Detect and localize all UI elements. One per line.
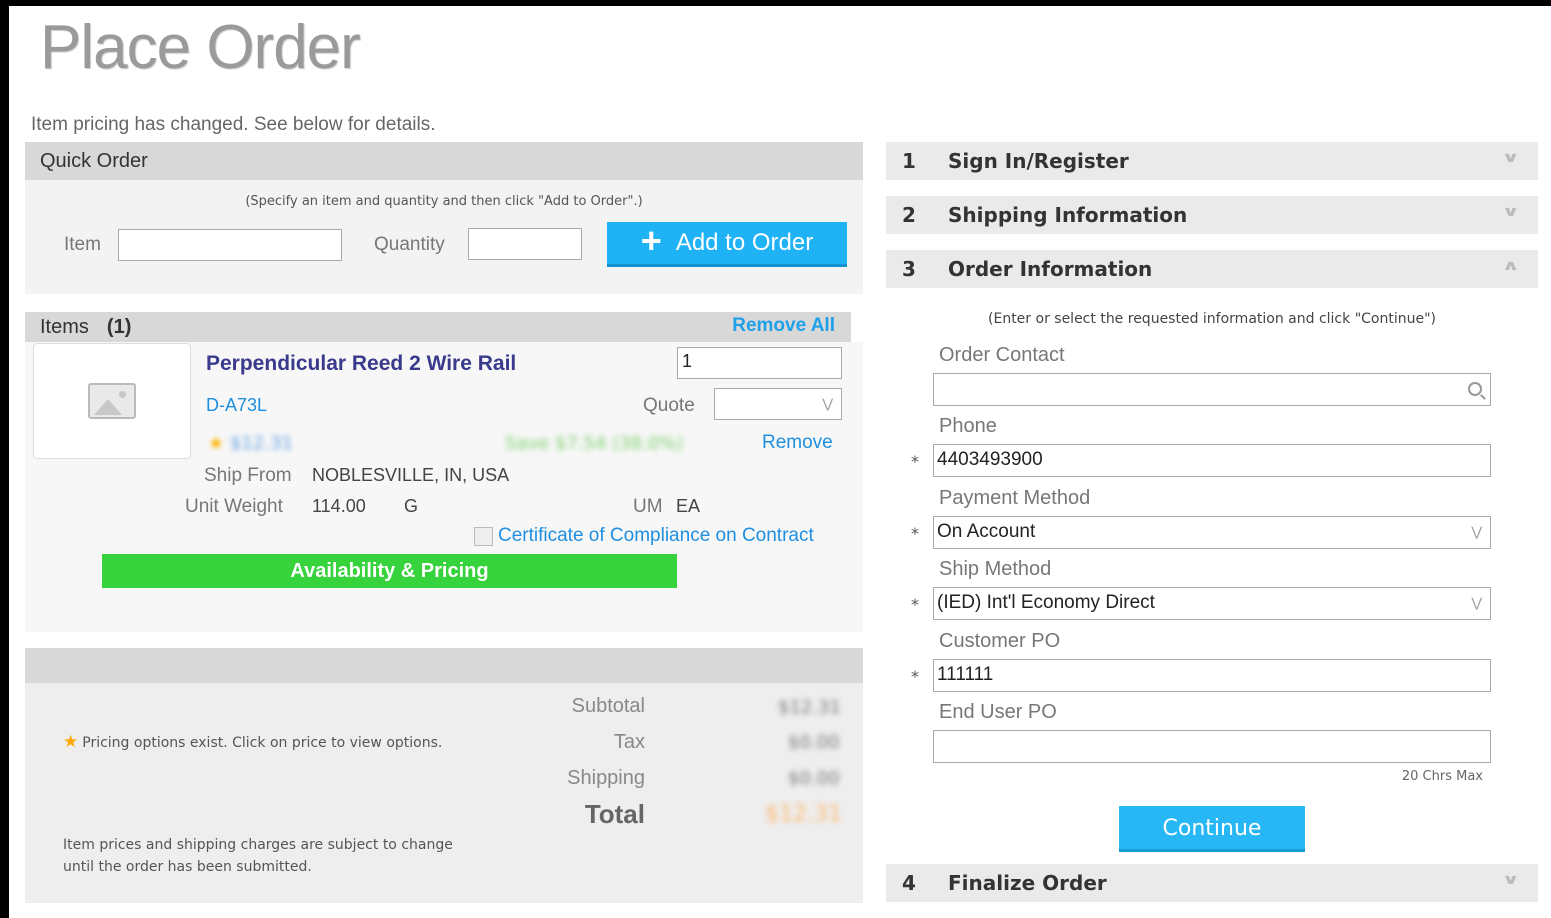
customer-po-label: Customer PO (939, 630, 1061, 652)
um-label: UM (633, 496, 663, 517)
ship-from-value: NOBLESVILLE, IN, USA (312, 465, 510, 485)
step-label: Order Information (948, 257, 1153, 281)
total-value: $12.31 (765, 802, 842, 827)
quick-order-hint: (Specify an item and quantity and then c… (245, 194, 643, 209)
ship-from-label: Ship From (204, 465, 292, 486)
availability-pricing-button[interactable]: Availability & Pricing (102, 554, 677, 588)
unit-weight-value: 114.00 (312, 496, 366, 516)
step-sign-in-register[interactable]: 1 Sign In/Register ∨ (886, 142, 1538, 180)
pricing-options-text: Pricing options exist. Click on price to… (82, 735, 443, 751)
order-info-hint: (Enter or select the requested informati… (988, 311, 1436, 327)
ship-method-label: Ship Method (939, 558, 1052, 580)
quantity-label: Quantity (374, 234, 445, 255)
step-shipping-information[interactable]: 2 Shipping Information ∨ (886, 196, 1538, 234)
um-value: EA (676, 496, 701, 516)
price-disclaimer: Item prices and shipping charges are sub… (63, 837, 453, 875)
continue-button[interactable]: Continue (1119, 806, 1305, 852)
step-label: Sign In/Register (948, 149, 1129, 173)
total-label: Total (584, 799, 645, 829)
max-chars-note: 20 Chrs Max (1401, 769, 1483, 784)
quick-order-title: Quick Order (40, 149, 148, 172)
item-quantity-input[interactable]: 1 (677, 347, 842, 379)
order-contact-input[interactable] (933, 373, 1491, 406)
required-marker: * (911, 524, 919, 543)
step-number: 3 (902, 257, 916, 281)
pricing-changed-message: Item pricing has changed. See below for … (31, 114, 436, 135)
product-name-link[interactable]: Perpendicular Reed 2 Wire Rail (206, 352, 516, 376)
item-label: Item (64, 234, 101, 255)
step-order-information[interactable]: 3 Order Information ∧ (886, 250, 1538, 288)
image-placeholder-icon (88, 383, 136, 419)
pricing-star-icon[interactable]: ★ (208, 433, 224, 454)
step-number: 4 (902, 871, 916, 895)
unit-weight-label: Unit Weight (185, 496, 283, 517)
shipping-label: Shipping (567, 767, 645, 789)
customer-po-input[interactable]: 111111 (933, 659, 1491, 692)
chevron-up-icon: ∧ (1501, 258, 1520, 274)
end-user-po-label: End User PO (939, 701, 1057, 723)
search-icon[interactable] (1468, 382, 1482, 396)
required-marker: * (911, 452, 919, 471)
quantity-input[interactable] (468, 228, 582, 260)
chevron-down-icon: ⋁ (822, 396, 833, 411)
quick-order-header: Quick Order (25, 142, 863, 180)
payment-method-value: On Account (937, 521, 1036, 542)
item-search-input[interactable] (118, 229, 342, 261)
required-marker: * (911, 667, 919, 686)
chevron-down-icon: ∨ (1501, 150, 1520, 166)
chevron-down-icon: ⋁ (1471, 595, 1482, 610)
subtotal-label: Subtotal (571, 695, 645, 717)
remove-all-link[interactable]: Remove All (732, 315, 835, 337)
certificate-of-compliance-link[interactable]: Certificate of Compliance on Contract (498, 525, 814, 547)
step-number: 2 (902, 203, 916, 227)
step-label: Finalize Order (948, 871, 1107, 895)
phone-label: Phone (939, 415, 997, 437)
product-thumbnail[interactable] (33, 343, 191, 459)
step-label: Shipping Information (948, 203, 1188, 227)
quote-label: Quote (643, 395, 695, 416)
page-title: Place Order (40, 13, 361, 82)
step-finalize-order[interactable]: 4 Finalize Order ∨ (886, 864, 1538, 902)
chevron-down-icon: ∨ (1501, 872, 1520, 888)
product-sku-link[interactable]: D-A73L (206, 395, 267, 416)
items-header: Items (1) Remove All (25, 312, 851, 342)
ship-method-value: (IED) Int'l Economy Direct (937, 592, 1155, 613)
chevron-down-icon: ⋁ (1471, 524, 1482, 539)
add-to-order-label: Add to Order (675, 229, 814, 256)
items-title: Items (40, 315, 89, 338)
plus-icon: + (640, 220, 662, 261)
tax-value: $0.00 (788, 732, 840, 753)
shipping-value: $0.00 (788, 768, 840, 789)
totals-header (25, 648, 863, 683)
remove-item-link[interactable]: Remove (762, 432, 833, 454)
star-icon: ★ (63, 732, 79, 752)
required-marker: * (911, 595, 919, 614)
payment-method-select[interactable]: On Account ⋁ (933, 516, 1491, 549)
tax-label: Tax (613, 731, 645, 753)
quote-select[interactable]: ⋁ (714, 388, 842, 420)
order-contact-label: Order Contact (939, 344, 1065, 366)
payment-method-label: Payment Method (939, 487, 1091, 509)
item-savings: Save $7.54 (38.0%) (505, 433, 684, 454)
end-user-po-input[interactable] (933, 730, 1491, 763)
unit-weight-unit: G (404, 496, 419, 516)
pricing-options-note: ★ Pricing options exist. Click on price t… (63, 732, 442, 752)
items-count: (1) (106, 315, 132, 338)
item-price[interactable]: $12.31 (230, 433, 293, 454)
add-to-order-button[interactable]: + Add to Order (607, 222, 847, 267)
phone-input[interactable]: 4403493900 (933, 444, 1491, 477)
ship-method-select[interactable]: (IED) Int'l Economy Direct ⋁ (933, 587, 1491, 620)
certificate-checkbox[interactable] (474, 527, 493, 546)
subtotal-value: $12.31 (778, 697, 841, 718)
step-number: 1 (902, 149, 916, 173)
chevron-down-icon: ∨ (1501, 204, 1520, 220)
